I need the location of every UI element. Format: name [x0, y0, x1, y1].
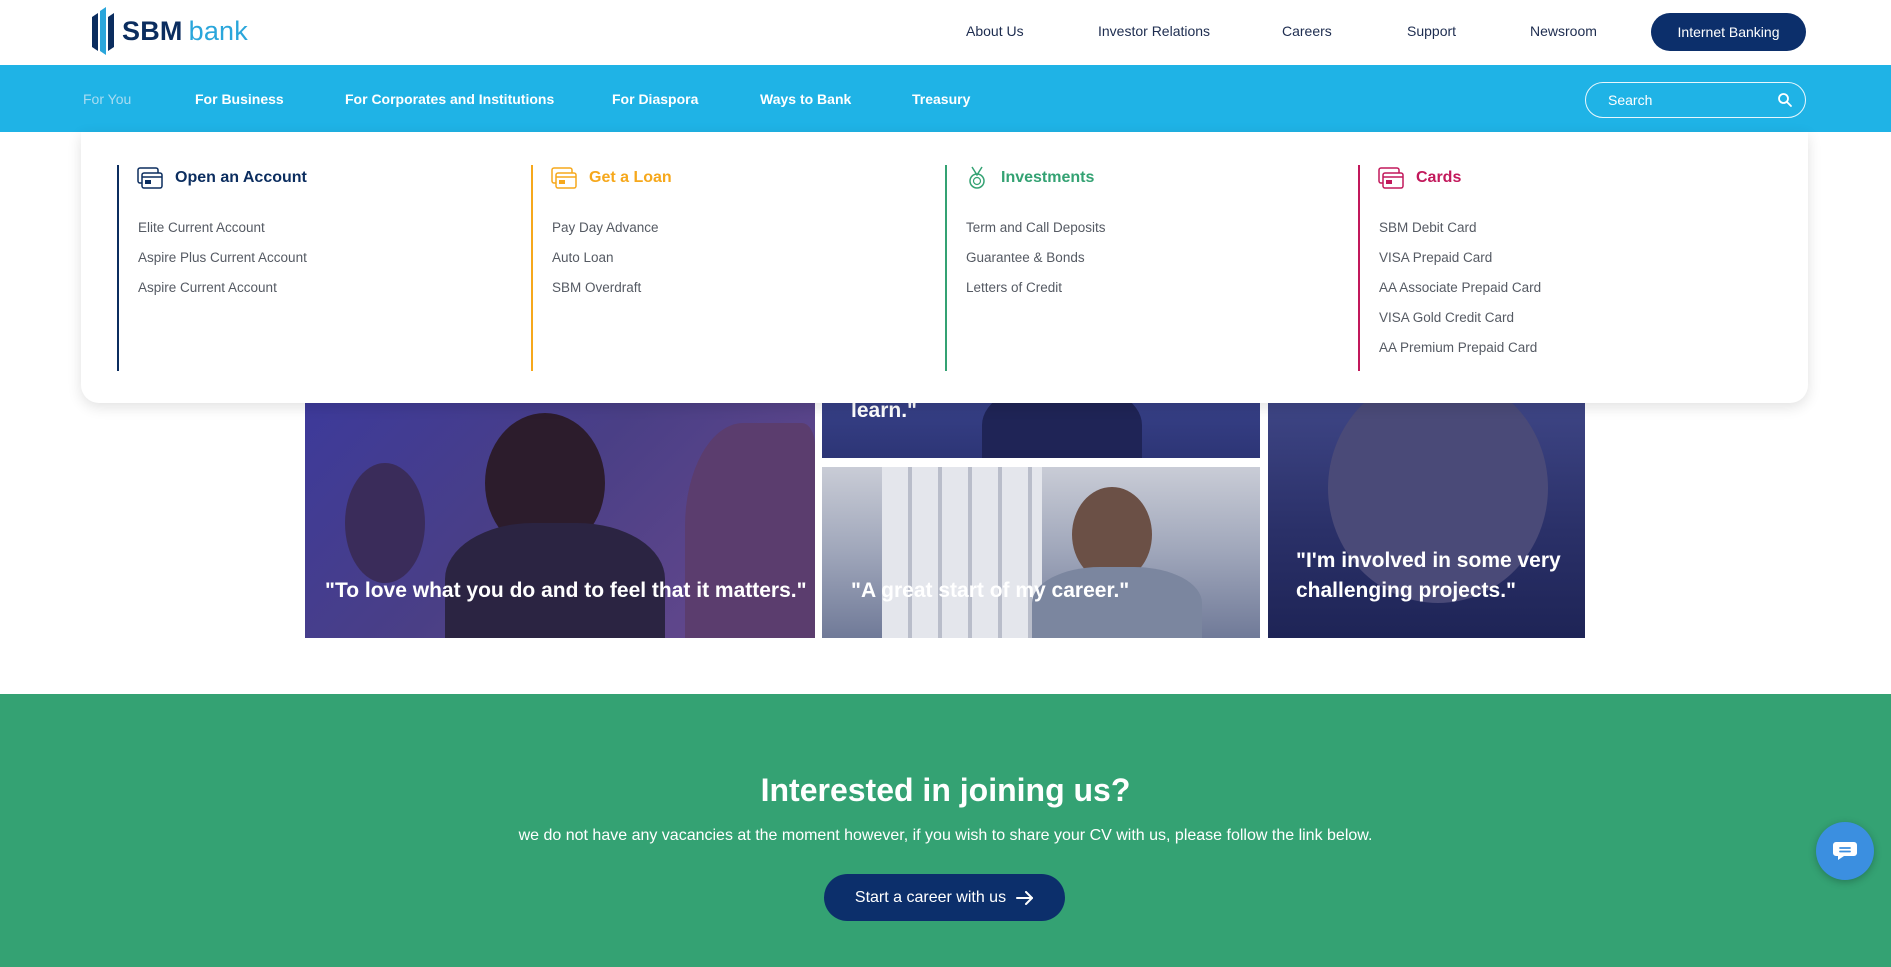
menu-column-get-loan: Get a Loan Pay Day Advance Auto Loan SBM… [531, 165, 911, 371]
menu-heading-label: Open an Account [175, 169, 307, 186]
menu-item-letters-of-credit[interactable]: Letters of Credit [966, 280, 1106, 310]
menu-item-pay-day-advance[interactable]: Pay Day Advance [552, 220, 659, 250]
credit-card-icon [1378, 167, 1404, 189]
logo-bank-text: bank [188, 15, 248, 46]
nav-for-business[interactable]: For Business [195, 91, 284, 107]
nav-treasury[interactable]: Treasury [912, 91, 970, 107]
search-box [1585, 82, 1806, 118]
nav-for-diaspora[interactable]: For Diaspora [612, 91, 698, 107]
menu-heading-open-account[interactable]: Open an Account [137, 165, 307, 191]
menu-item-visa-prepaid-card[interactable]: VISA Prepaid Card [1379, 250, 1541, 280]
menu-heading-label: Investments [1001, 169, 1095, 186]
loan-card-icon [551, 167, 577, 189]
menu-item-aspire-plus-current-account[interactable]: Aspire Plus Current Account [138, 250, 307, 280]
menu-heading-label: Cards [1416, 169, 1462, 186]
top-header: SBM bank About Us Investor Relations Care… [0, 0, 1891, 65]
start-career-button[interactable]: Start a career with us [824, 874, 1065, 921]
menu-column-cards: Cards SBM Debit Card VISA Prepaid Card A… [1358, 165, 1738, 371]
testimonial-quote-3: "I'm involved in some very challenging p… [1296, 549, 1561, 602]
menu-item-elite-current-account[interactable]: Elite Current Account [138, 220, 307, 250]
top-link-newsroom[interactable]: Newsroom [1530, 23, 1597, 39]
menu-item-aspire-current-account[interactable]: Aspire Current Account [138, 280, 307, 310]
menu-item-aa-premium-prepaid-card[interactable]: AA Premium Prepaid Card [1379, 340, 1541, 370]
join-text: we do not have any vacancies at the mome… [518, 827, 1373, 844]
menu-item-visa-gold-credit-card[interactable]: VISA Gold Credit Card [1379, 310, 1541, 340]
menu-item-sbm-overdraft[interactable]: SBM Overdraft [552, 280, 659, 310]
menu-item-term-and-call-deposits[interactable]: Term and Call Deposits [966, 220, 1106, 250]
logo-mark-icon [92, 7, 114, 55]
arrow-right-icon [1016, 890, 1034, 905]
menu-heading-cards[interactable]: Cards [1378, 165, 1461, 191]
menu-item-sbm-debit-card[interactable]: SBM Debit Card [1379, 220, 1541, 250]
menu-list-open-account: Elite Current Account Aspire Plus Curren… [138, 220, 307, 310]
nav-for-you[interactable]: For You [83, 91, 131, 107]
search-input[interactable] [1606, 83, 1766, 117]
start-career-label: Start a career with us [854, 888, 1007, 906]
menu-column-open-account: Open an Account Elite Current Account As… [117, 165, 497, 371]
testimonial-photo-2 [822, 467, 1260, 638]
logo-sbm-text: SBM [122, 15, 183, 46]
join-title: Interested in joining us? [760, 772, 1131, 808]
top-link-investor-relations[interactable]: Investor Relations [1098, 23, 1210, 39]
internet-banking-button[interactable]: Internet Banking [1651, 13, 1806, 51]
menu-item-auto-loan[interactable]: Auto Loan [552, 250, 659, 280]
menu-heading-get-loan[interactable]: Get a Loan [551, 165, 672, 191]
main-navigation: For You For Business For Corporates and … [0, 65, 1891, 132]
chat-bubble-icon [1833, 842, 1857, 860]
menu-list-investments: Term and Call Deposits Guarantee & Bonds… [966, 220, 1106, 310]
search-icon[interactable] [1777, 92, 1793, 108]
menu-item-aa-associate-prepaid-card[interactable]: AA Associate Prepaid Card [1379, 280, 1541, 310]
top-link-support[interactable]: Support [1407, 23, 1456, 39]
testimonial-quote-1: "To love what you do and to feel that it… [325, 579, 807, 602]
top-link-careers[interactable]: Careers [1282, 23, 1332, 39]
nav-ways-to-bank[interactable]: Ways to Bank [760, 91, 851, 107]
menu-heading-label: Get a Loan [589, 169, 672, 186]
menu-heading-investments[interactable]: Investments [965, 165, 1094, 191]
medal-icon [969, 166, 985, 189]
menu-list-cards: SBM Debit Card VISA Prepaid Card AA Asso… [1379, 220, 1541, 370]
chat-button[interactable] [1816, 822, 1874, 880]
nav-for-corporates[interactable]: For Corporates and Institutions [345, 91, 554, 107]
menu-column-investments: Investments Term and Call Deposits Guara… [945, 165, 1325, 371]
sbm-bank-logo[interactable]: SBM bank [90, 6, 248, 56]
top-link-about-us[interactable]: About Us [966, 23, 1024, 39]
testimonial-quote-2: "A great start of my career." [851, 579, 1130, 602]
account-card-icon [137, 167, 163, 189]
menu-list-get-loan: Pay Day Advance Auto Loan SBM Overdraft [552, 220, 659, 310]
menu-item-guarantee-and-bonds[interactable]: Guarantee & Bonds [966, 250, 1106, 280]
